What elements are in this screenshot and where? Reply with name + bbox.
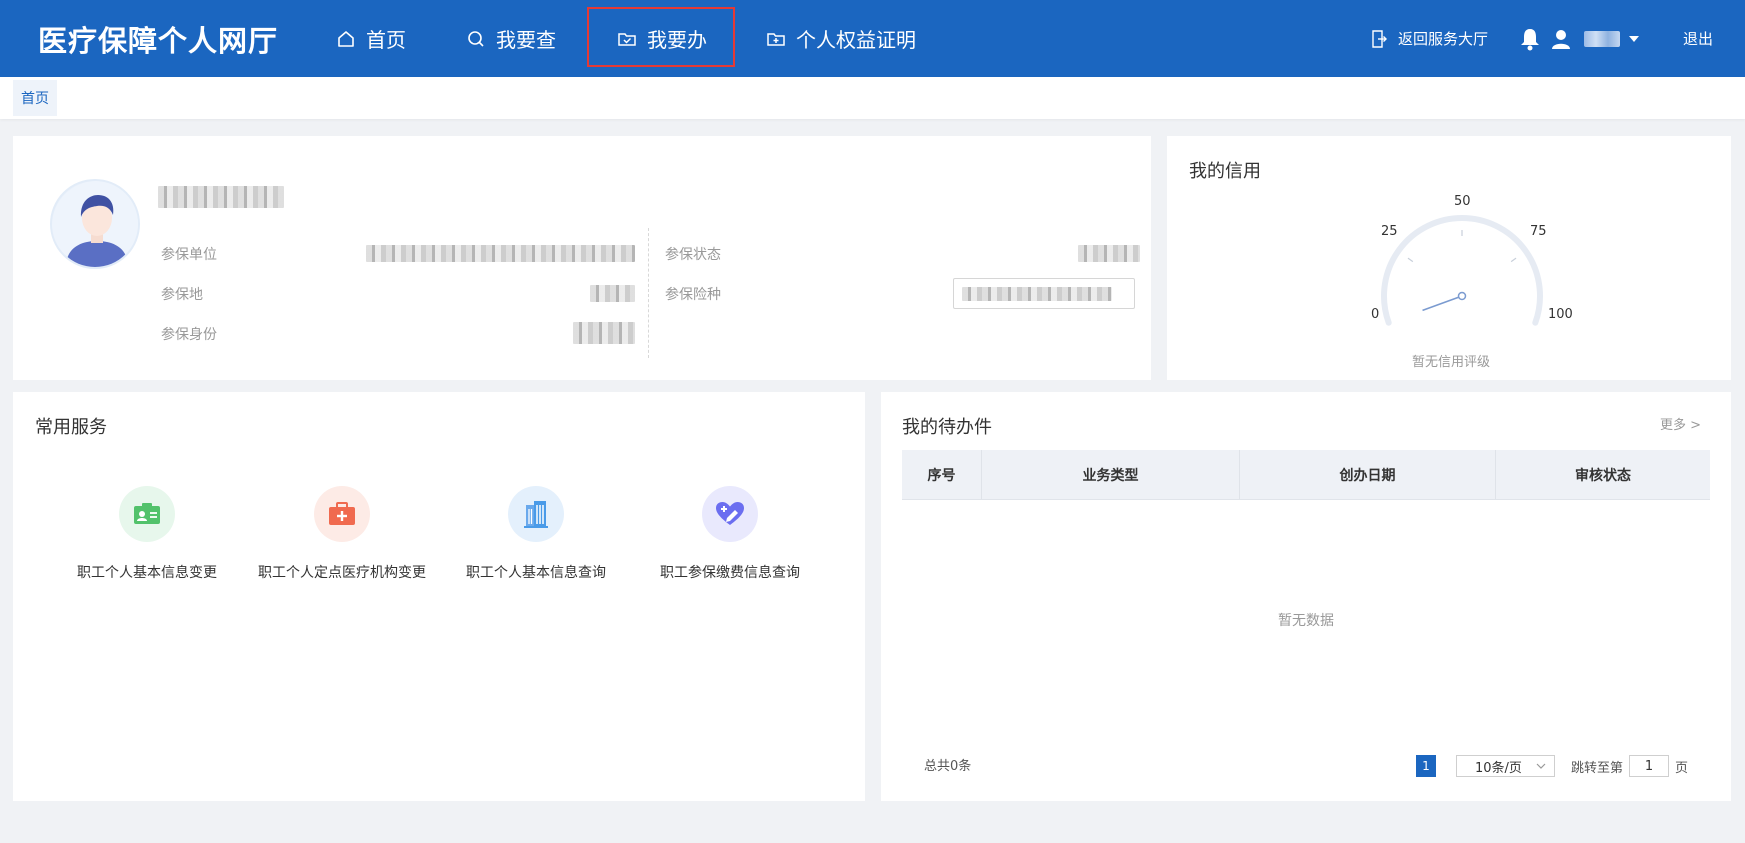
page-size-select[interactable]: 10条/页 [1456,755,1555,777]
tab-home[interactable]: 首页 [13,80,57,116]
page-button-current[interactable]: 1 [1416,755,1436,777]
service-medical-institution-change[interactable]: 职工个人定点医疗机构变更 [247,486,437,582]
empty-state: 暂无数据 [1278,613,1334,629]
caret-down-icon [1629,35,1639,42]
top-header: 医疗保障个人网厅 首页 我要查 我要办 个人权益证明 返回服务大厅 退出 [0,0,1745,77]
total-count-label: 总共0条 [924,759,972,774]
building-icon [524,501,548,528]
label-region: 参保地 [161,287,203,303]
nav-certificate[interactable]: 个人权益证明 [766,0,916,77]
user-menu[interactable] [1550,0,1640,77]
pagination: 1 10条/页 跳转至第 1 页 [1416,755,1688,777]
gauge-label-50: 50 [1454,194,1471,209]
service-icon-bg [119,486,175,542]
gauge-label-0: 0 [1371,307,1380,322]
search-icon [468,30,484,47]
bell-icon [1521,28,1539,50]
service-icon-bg [314,486,370,542]
identity-value-redacted [573,322,635,344]
notification-bell[interactable] [1519,0,1541,77]
no-credit-rating: 暂无信用评级 [1412,355,1491,370]
logout-label: 退出 [1683,30,1714,48]
nav-query[interactable]: 我要查 [466,0,556,77]
col-review-status: 审核状态 [1575,467,1631,484]
name-redacted [158,186,284,208]
service-basic-info-query[interactable]: 职工个人基本信息查询 [441,486,631,582]
gauge-label-75: 75 [1530,224,1547,239]
table-header: 序号 业务类型 创办日期 审核状态 [902,450,1710,500]
service-icon-bg [702,486,758,542]
logout-button[interactable]: 退出 [1683,0,1713,77]
chevron-down-icon [1536,763,1546,769]
unit-value-redacted [366,245,635,262]
gauge-pivot [1457,291,1467,301]
todo-title: 我的待办件 [902,417,992,438]
col-index: 序号 [902,450,982,499]
profile-divider [648,228,649,358]
col-business-type: 业务类型 [982,450,1240,499]
gauge-needle [1422,295,1463,312]
gauge-tick [1510,257,1517,263]
service-basic-info-change[interactable]: 职工个人基本信息变更 [52,486,242,582]
insurance-type-box[interactable] [953,278,1135,309]
col-create-date: 创办日期 [1240,450,1496,499]
region-value-redacted [590,285,635,302]
heart-edit-icon [716,502,744,525]
nav-home-label: 首页 [366,28,406,52]
folder-plus-icon [767,32,785,46]
id-card-icon [134,503,160,524]
medical-kit-icon [329,502,355,525]
service-label: 职工个人基本信息查询 [466,565,606,581]
gauge-label-100: 100 [1548,307,1573,322]
return-service-hall[interactable]: 返回服务大厅 [1370,0,1488,77]
service-label: 职工个人基本信息变更 [77,565,217,581]
todo-table: 序号 业务类型 创办日期 审核状态 [902,450,1710,500]
label-status: 参保状态 [665,247,721,263]
total-count: 总共0条 [924,755,971,774]
home-icon [338,30,354,47]
service-icon-bg [508,486,564,542]
status-value-redacted [1078,245,1140,262]
gauge-label-25: 25 [1381,224,1398,239]
page-size-value: 10条/页 [1475,760,1522,776]
insurance-type-value-redacted [962,287,1112,301]
service-label: 职工个人定点医疗机构变更 [258,565,426,581]
nav-query-label: 我要查 [496,28,556,52]
todo-more-link[interactable]: 更多 > [1660,414,1701,433]
tab-bar: 首页 [0,77,1745,119]
gauge-ticks [1407,230,1517,263]
username-redacted [1584,30,1620,47]
service-payment-info-query[interactable]: 职工参保缴费信息查询 [635,486,825,582]
person-avatar-icon [52,181,138,267]
exit-door-icon [1372,29,1387,48]
avatar [50,179,140,269]
user-icon [1552,29,1570,49]
nav-certificate-label: 个人权益证明 [796,28,916,52]
gauge-tick [1407,257,1414,263]
jump-page-input[interactable]: 1 [1629,755,1670,777]
site-logo: 医疗保障个人网厅 [38,24,279,58]
service-label: 职工参保缴费信息查询 [660,565,800,581]
credit-title: 我的信用 [1189,161,1261,182]
page-unit-label: 页 [1675,760,1689,776]
return-service-hall-label: 返回服务大厅 [1398,30,1489,48]
jump-label: 跳转至第 [1571,760,1624,776]
nav-home[interactable]: 首页 [336,0,406,77]
label-unit: 参保单位 [161,247,217,263]
nav-highlight-box [587,7,735,67]
services-title: 常用服务 [35,417,107,438]
services-card [13,392,865,801]
label-identity: 参保身份 [161,327,217,343]
label-insurance-type: 参保险种 [665,287,721,303]
